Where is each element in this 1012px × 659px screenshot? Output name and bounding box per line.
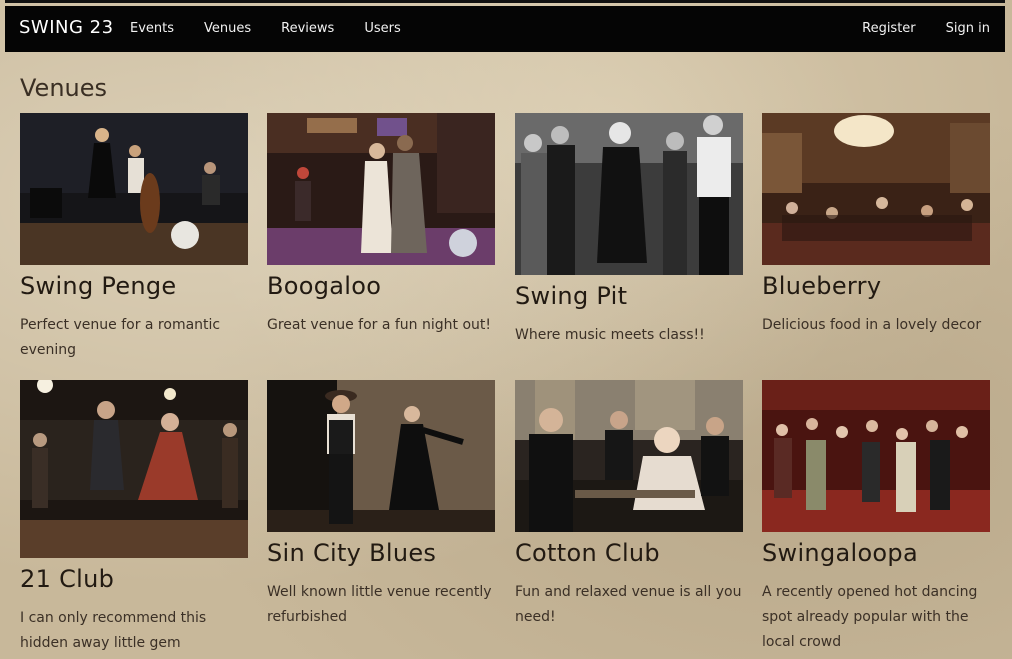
venue-photo[interactable] [515,113,743,275]
nav-register[interactable]: Register [862,21,916,36]
venue-card[interactable]: Sin City Blues Well known little venue r… [267,380,495,630]
venue-description: A recently opened hot dancing spot alrea… [762,584,978,650]
venue-description: Great venue for a fun night out! [267,317,491,333]
venue-name[interactable]: Cotton Club [515,539,743,567]
venue-description: Delicious food in a lovely decor [762,317,982,333]
venue-card[interactable]: Boogaloo Great venue for a fun night out… [267,113,495,338]
venue-name[interactable]: Boogaloo [267,272,495,300]
nav-users[interactable]: Users [364,21,400,36]
venue-photo[interactable] [762,113,990,265]
main-nav: Events Venues Reviews Users [130,21,401,36]
venue-description: Where music meets class!! [515,327,705,343]
nav-reviews[interactable]: Reviews [281,21,334,36]
venue-description: Perfect venue for a romantic evening [20,317,221,358]
venue-card[interactable]: 21 Club I can only recommend this hidden… [20,380,248,656]
venue-name[interactable]: Sin City Blues [267,539,495,567]
page-title: Venues [20,74,108,102]
venue-card[interactable]: Cotton Club Fun and relaxed venue is all… [515,380,743,630]
nav-sign-in[interactable]: Sign in [946,21,990,36]
top-border [5,0,1005,3]
venue-name[interactable]: Blueberry [762,272,990,300]
venue-card[interactable]: Swing Pit Where music meets class!! [515,113,743,348]
venue-name[interactable]: Swing Pit [515,282,743,310]
navbar: SWING 23 Events Venues Reviews Users Reg… [5,6,1005,52]
venue-description: Fun and relaxed venue is all you need! [515,584,742,625]
venue-name[interactable]: Swingaloopa [762,539,990,567]
account-nav: Register Sign in [862,21,990,36]
venue-card[interactable]: Blueberry Delicious food in a lovely dec… [762,113,990,338]
venue-name[interactable]: Swing Penge [20,272,248,300]
venue-card[interactable]: Swingaloopa A recently opened hot dancin… [762,380,990,655]
venue-name[interactable]: 21 Club [20,565,248,593]
venue-photo[interactable] [267,380,495,532]
brand-logo[interactable]: SWING 23 [19,17,114,38]
venue-description: I can only recommend this hidden away li… [20,610,207,651]
nav-events[interactable]: Events [130,21,174,36]
venue-photo[interactable] [20,113,248,265]
venue-card[interactable]: Swing Penge Perfect venue for a romantic… [20,113,248,363]
venue-photo[interactable] [267,113,495,265]
venue-photo[interactable] [762,380,990,532]
venue-photo[interactable] [515,380,743,532]
venue-photo[interactable] [20,380,248,558]
venue-description: Well known little venue recently refurbi… [267,584,492,625]
nav-venues[interactable]: Venues [204,21,251,36]
